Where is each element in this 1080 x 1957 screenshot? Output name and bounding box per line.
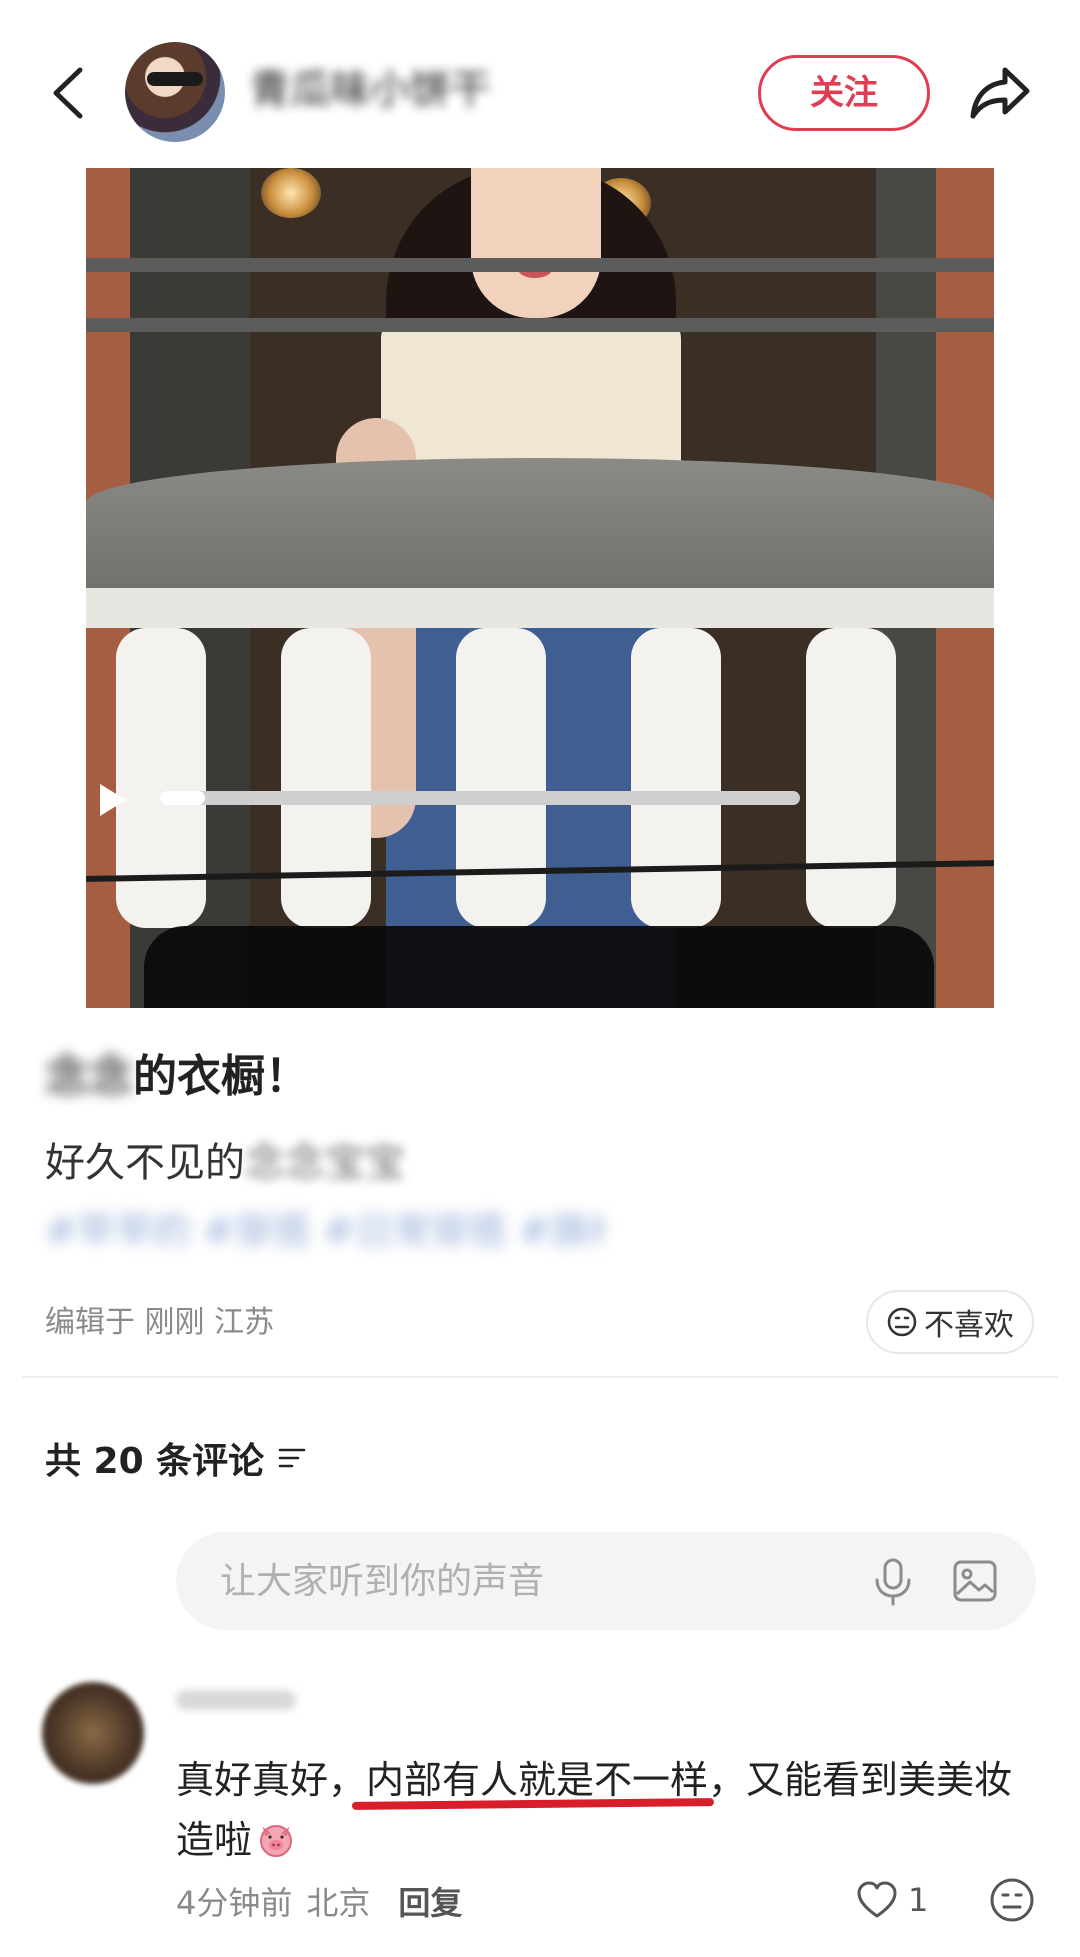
commenter-avatar[interactable] xyxy=(42,1682,144,1784)
comment-location: 北京 xyxy=(306,1884,371,1922)
voice-input-button[interactable] xyxy=(866,1554,920,1608)
comments-header[interactable]: 共 20 条评论 xyxy=(45,1432,306,1484)
commenter-name-blurred[interactable] xyxy=(176,1690,296,1710)
comment-like-count: 1 xyxy=(908,1881,929,1919)
author-avatar[interactable] xyxy=(125,42,225,142)
post-title: 念念的衣橱！ xyxy=(45,1040,309,1104)
heart-icon xyxy=(857,1881,897,1918)
section-divider xyxy=(22,1376,1058,1378)
comment-text-highlighted: 内部有人就是不一样 xyxy=(366,1758,709,1802)
video-subject-face xyxy=(471,168,601,318)
back-button[interactable] xyxy=(40,58,96,128)
post-edit-meta: 编辑于 刚刚 江苏 xyxy=(45,1305,275,1340)
video-baluster xyxy=(806,628,896,928)
video-player[interactable] xyxy=(86,168,994,1008)
dislike-label: 不喜欢 xyxy=(924,1308,1014,1343)
comment-time: 4分钟前 xyxy=(176,1884,293,1922)
avatar-sunglasses xyxy=(147,72,203,86)
follow-button[interactable]: 关注 xyxy=(758,55,930,131)
comment-text-before: 真好真好， xyxy=(176,1758,367,1802)
post-detail-page: 青瓜味小饼干 关注 念念的衣橱！ 好久不见的念念宝宝 #早早的 #穿搭 #日常穿… xyxy=(0,0,1080,1957)
dislike-button[interactable]: 不喜欢 xyxy=(866,1290,1034,1354)
video-balcony-ledge xyxy=(86,588,994,628)
microphone-icon xyxy=(875,1558,911,1606)
image-icon xyxy=(953,1560,997,1602)
comment-emoji-button[interactable] xyxy=(988,1876,1036,1924)
video-baluster xyxy=(281,628,371,928)
dislike-face-icon xyxy=(887,1307,917,1337)
video-progress-fill xyxy=(160,791,205,805)
post-title-text: 的衣橱 xyxy=(133,1051,265,1102)
video-railing-upper xyxy=(86,258,994,272)
image-upload-button[interactable] xyxy=(948,1554,1002,1608)
post-body-blurred: 念念宝宝 xyxy=(245,1140,405,1186)
video-baluster xyxy=(631,628,721,928)
comment-input-box xyxy=(176,1532,1036,1630)
video-lamp-left xyxy=(261,168,321,218)
reply-button[interactable]: 回复 xyxy=(398,1878,462,1924)
comments-count: 共 20 条评论 xyxy=(45,1441,265,1482)
video-controls-bar xyxy=(144,926,934,1008)
share-button[interactable] xyxy=(965,58,1035,128)
video-balcony xyxy=(86,458,994,608)
emoji-face-icon xyxy=(990,1878,1034,1922)
comment-text: 真好真好，内部有人就是不一样，又能看到美美妆造啦 xyxy=(176,1750,1016,1870)
post-title-blurred: 念念 xyxy=(45,1051,133,1102)
post-body-text: 好久不见的 xyxy=(45,1140,245,1186)
video-railing-lower xyxy=(86,318,994,332)
comment-input[interactable] xyxy=(220,1554,820,1608)
pig-emoji-icon xyxy=(260,1825,293,1857)
back-arrow-icon xyxy=(53,67,83,119)
video-baluster xyxy=(116,628,206,928)
comment-like-button[interactable]: 1 xyxy=(856,1874,928,1926)
sort-icon xyxy=(278,1448,306,1468)
video-baluster xyxy=(456,628,546,928)
play-button[interactable] xyxy=(92,780,132,820)
post-body: 好久不见的念念宝宝 xyxy=(45,1130,405,1188)
post-tags[interactable]: #早早的 #穿搭 #日常穿搭 #旗袍 xyxy=(45,1200,605,1250)
video-progress-bar[interactable] xyxy=(160,791,800,805)
author-username[interactable]: 青瓜味小饼干 xyxy=(250,60,490,120)
top-bar: 青瓜味小饼干 关注 xyxy=(0,0,1080,180)
comment-meta: 4分钟前 北京 回复 xyxy=(176,1878,462,1924)
play-icon xyxy=(100,784,126,816)
share-icon xyxy=(970,67,1030,119)
post-title-suffix: ！ xyxy=(265,1051,309,1102)
